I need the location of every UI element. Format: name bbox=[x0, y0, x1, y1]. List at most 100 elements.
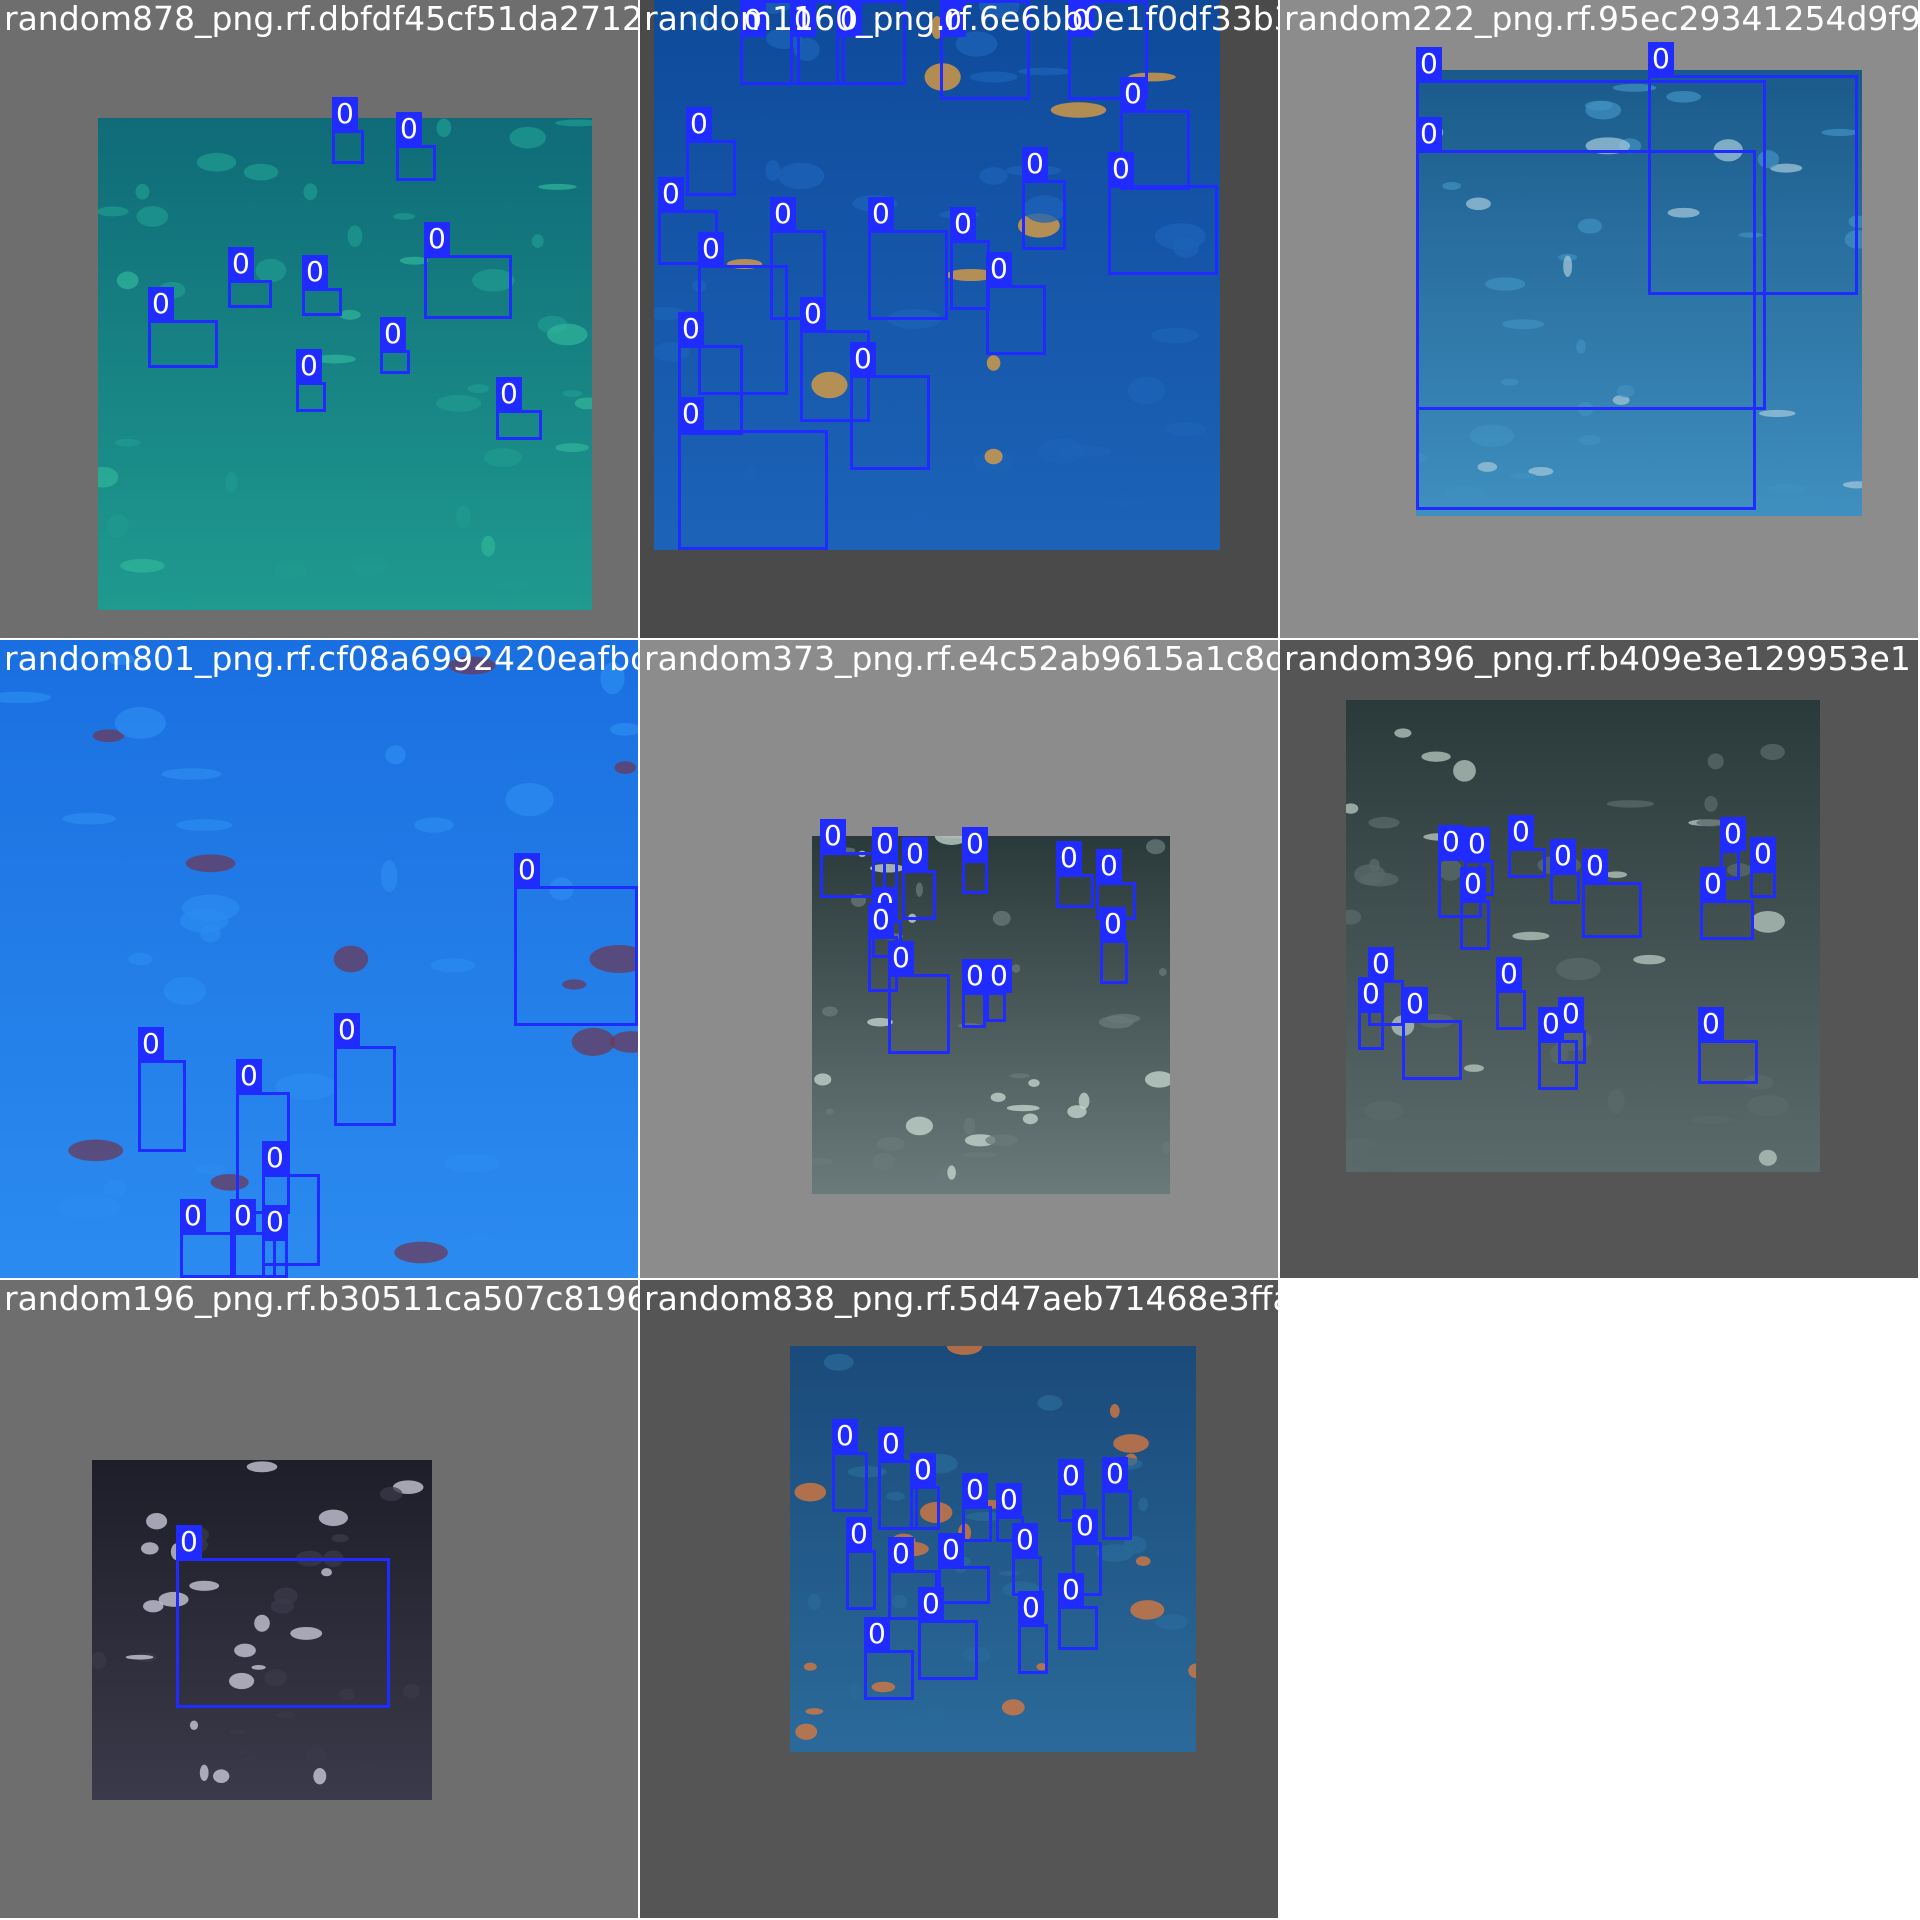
image-filename-title: random1160_png.rf.6e6bb0e1f0df33b3e37bd3 bbox=[644, 0, 1278, 38]
detection-class-label: 0 bbox=[1072, 1509, 1098, 1543]
detection-box: 0 bbox=[1750, 837, 1776, 898]
detection-class-label: 0 bbox=[832, 1419, 858, 1453]
detection-class-label: 0 bbox=[658, 177, 684, 211]
detection-box: 0 bbox=[686, 107, 736, 196]
detection-class-label: 0 bbox=[302, 255, 328, 289]
tile-1: 0 0 0 0 0 0 0 0 0 random878_png.rf.dbfdf45cf51da2… bbox=[0, 0, 638, 638]
detection-box: 0 bbox=[846, 1517, 876, 1610]
detection-box: 0 bbox=[962, 827, 988, 894]
detection-box: 0 bbox=[678, 397, 828, 550]
detection-class-label: 0 bbox=[686, 107, 712, 141]
detection-class-label: 0 bbox=[1550, 839, 1576, 873]
detection-class-label: 0 bbox=[228, 247, 254, 281]
detection-class-label: 0 bbox=[820, 819, 846, 853]
detection-box: 0 bbox=[1100, 907, 1128, 984]
detection-box: 0 bbox=[950, 207, 990, 310]
detection-class-label: 0 bbox=[1464, 827, 1490, 861]
image-filename-title: random878_png.rf.dbfdf45cf51da2712eafd0 bbox=[4, 0, 638, 38]
detection-box: 0 bbox=[1102, 1457, 1132, 1540]
detection-class-label: 0 bbox=[918, 1587, 944, 1621]
detection-class-label: 0 bbox=[1720, 817, 1746, 851]
detection-box: 0 bbox=[1648, 42, 1858, 295]
detection-box: 0 bbox=[850, 342, 930, 470]
detection-box: 0 bbox=[962, 1473, 992, 1542]
detection-class-label: 0 bbox=[678, 312, 704, 346]
detection-class-label: 0 bbox=[334, 1013, 360, 1047]
detection-class-label: 0 bbox=[878, 1427, 904, 1461]
detection-box: 0 bbox=[938, 1533, 990, 1604]
detection-class-label: 0 bbox=[938, 1533, 964, 1567]
detection-class-label: 0 bbox=[868, 903, 894, 937]
detection-box: 0 bbox=[148, 287, 218, 368]
detection-class-label: 0 bbox=[262, 1141, 288, 1175]
detection-class-label: 0 bbox=[332, 97, 358, 131]
detection-class-label: 0 bbox=[1358, 977, 1384, 1011]
detection-class-label: 0 bbox=[138, 1027, 164, 1061]
tile-7: 0 random196_png.rf.b30511ca507c81969b3ce8… bbox=[0, 1280, 638, 1918]
detection-class-label: 0 bbox=[678, 397, 704, 431]
detection-box: 0 bbox=[1550, 839, 1580, 904]
detection-box: 0 bbox=[1022, 147, 1066, 250]
detection-class-label: 0 bbox=[868, 197, 894, 231]
detection-box: 0 bbox=[1700, 867, 1754, 940]
detection-class-label: 0 bbox=[1056, 841, 1082, 875]
image-filename-title: random196_png.rf.b30511ca507c81969b3ce83… bbox=[4, 1280, 638, 1318]
detection-box: 0 bbox=[396, 112, 436, 181]
detection-class-label: 0 bbox=[180, 1199, 206, 1233]
image-filename-title: random222_png.rf.95ec29341254d9f9 bbox=[1284, 0, 1918, 38]
detection-box: 0 bbox=[1108, 152, 1218, 275]
detection-box: 0 bbox=[496, 377, 542, 440]
detection-box: 0 bbox=[1018, 1591, 1048, 1674]
detection-class-label: 0 bbox=[262, 1205, 288, 1239]
image-filename-title: random838_png.rf.5d47aeb71468e3ffa357a27 bbox=[644, 1280, 1278, 1318]
detection-mosaic: 0 0 0 0 0 0 0 0 0 random878_png.rf.dbfdf45cf51da2… bbox=[0, 0, 1920, 1920]
detection-class-label: 0 bbox=[1558, 997, 1584, 1031]
detection-box: 0 bbox=[1558, 997, 1586, 1064]
detection-box: 0 bbox=[888, 941, 950, 1054]
detection-box: 0 bbox=[302, 255, 342, 316]
detection-class-label: 0 bbox=[1108, 152, 1134, 186]
detection-class-label: 0 bbox=[902, 837, 928, 871]
detection-class-label: 0 bbox=[1058, 1459, 1084, 1493]
detection-box: 0 bbox=[918, 1587, 978, 1680]
detection-class-label: 0 bbox=[230, 1199, 256, 1233]
tile-6: 0 0 0 0 0 0 0 0 0 0 0 0 0 0 0 0 random396_png.rf.b409e3e… bbox=[1280, 640, 1918, 1278]
detection-class-label: 0 bbox=[850, 342, 876, 376]
detection-class-label: 0 bbox=[872, 827, 898, 861]
detection-class-label: 0 bbox=[996, 1483, 1022, 1517]
detection-class-label: 0 bbox=[1012, 1523, 1038, 1557]
detection-box: 0 bbox=[1058, 1573, 1098, 1650]
detection-class-label: 0 bbox=[1018, 1591, 1044, 1625]
detection-class-label: 0 bbox=[1058, 1573, 1084, 1607]
detection-class-label: 0 bbox=[1698, 1007, 1724, 1041]
detection-class-label: 0 bbox=[1096, 849, 1122, 883]
detection-box: 0 bbox=[1012, 1523, 1042, 1596]
detection-box: 0 bbox=[424, 222, 512, 319]
image-filename-title: random396_png.rf.b409e3e129953e1 bbox=[1284, 640, 1911, 678]
image-filename-title: random801_png.rf.cf08a6992420eafbc965873… bbox=[4, 640, 638, 678]
detection-class-label: 0 bbox=[1508, 815, 1534, 849]
detection-class-label: 0 bbox=[770, 197, 796, 231]
detection-box: 0 bbox=[962, 959, 988, 1028]
detection-class-label: 0 bbox=[846, 1517, 872, 1551]
detection-class-label: 0 bbox=[1496, 957, 1522, 991]
detection-class-label: 0 bbox=[864, 1617, 890, 1651]
detection-box: 0 bbox=[296, 349, 326, 412]
detection-class-label: 0 bbox=[1438, 825, 1464, 859]
detection-class-label: 0 bbox=[800, 297, 826, 331]
detection-box: 0 bbox=[138, 1027, 186, 1152]
detection-class-label: 0 bbox=[1750, 837, 1776, 871]
tile-4: 0 0 0 0 0 0 0 0 random801_png.rf.cf08a6992420eaf… bbox=[0, 640, 638, 1278]
detection-class-label: 0 bbox=[1368, 947, 1394, 981]
detection-box: 0 bbox=[334, 1013, 396, 1126]
detection-class-label: 0 bbox=[1416, 47, 1442, 81]
detection-class-label: 0 bbox=[1022, 147, 1048, 181]
detection-box: 0 bbox=[180, 1199, 236, 1278]
detection-class-label: 0 bbox=[514, 853, 540, 887]
detection-class-label: 0 bbox=[396, 112, 422, 146]
detection-box: 0 bbox=[1358, 977, 1384, 1050]
detection-box: 0 bbox=[902, 837, 936, 920]
detection-class-label: 0 bbox=[236, 1059, 262, 1093]
detection-class-label: 0 bbox=[1402, 987, 1428, 1021]
tile-2: 0 0 0 0 0 0 0 0 0 0 0 0 0 0 0 0 0 0 0 random1160_png.rf.6e6… bbox=[640, 0, 1278, 638]
